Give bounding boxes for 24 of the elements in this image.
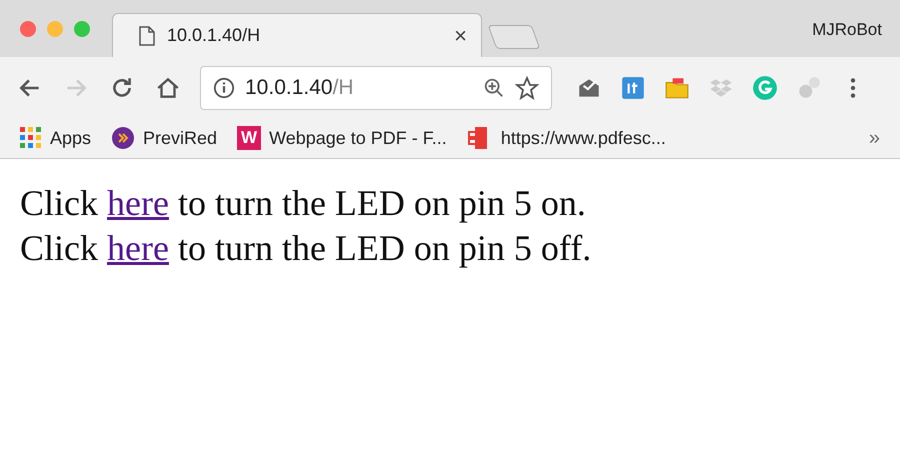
close-tab-button[interactable]: × [454,22,467,48]
bookmark-link[interactable]: Webpage to PDF - F... [269,128,447,148]
close-window-button[interactable] [20,21,36,37]
here-link[interactable]: here [107,228,169,268]
apps-grid-icon [20,127,42,149]
address-field[interactable]: 10.0.1.40/H [200,66,552,110]
bookmark-link[interactable]: PreviRed [143,128,218,148]
browser-tab[interactable]: 10.0.1.40/H × [112,13,482,57]
letter-logo-icon: W [237,126,262,150]
bookmark-link[interactable]: https://www.pdfesc... [500,128,666,148]
here-link[interactable]: here [107,183,169,223]
chevrons-icon [111,126,136,150]
zoom-icon[interactable] [483,76,505,98]
instruction-text: Click here to turn the LED on pin 5 on. [20,182,587,225]
more-bookmarks-button[interactable]: » [868,126,880,150]
info-icon[interactable] [213,76,235,98]
grammar-icon[interactable] [752,74,778,100]
tab-title: 10.0.1.40/H [167,25,262,46]
extension-icon[interactable] [620,74,646,100]
instruction-text: Click here to turn the LED on pin 5 off. [20,227,592,270]
bookmark-link[interactable]: Apps [50,128,92,148]
profile-name[interactable]: MJRoBot [812,20,882,40]
star-icon[interactable] [515,76,539,100]
page-icon [139,26,155,46]
